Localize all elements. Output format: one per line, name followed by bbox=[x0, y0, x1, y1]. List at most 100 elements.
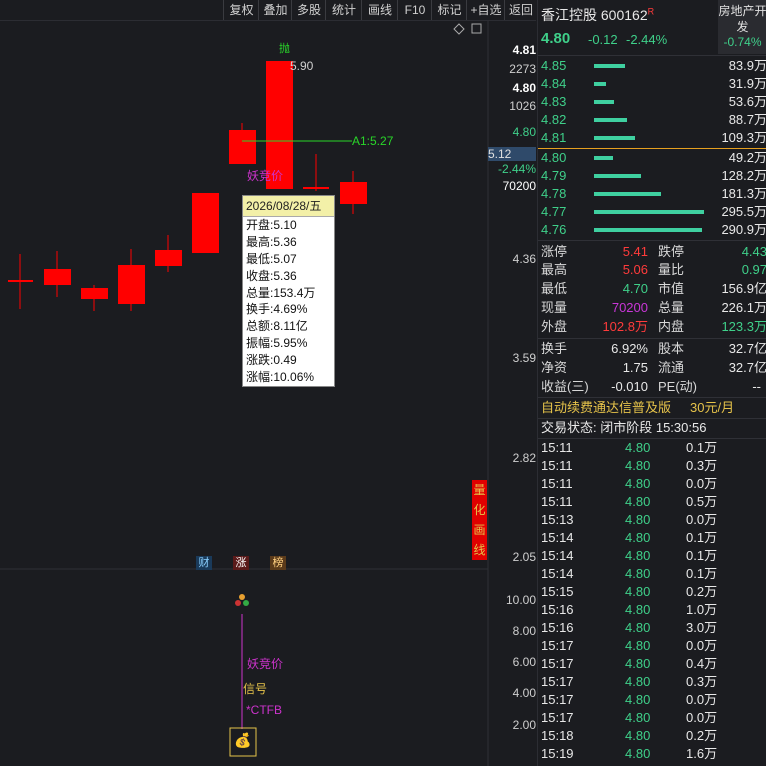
stat-label: 量比 bbox=[658, 262, 685, 277]
tick-row: 15:11 4.80 0.1万 bbox=[538, 439, 766, 457]
tick-time: 15:17 bbox=[541, 710, 574, 725]
tick-row: 15:11 4.80 0.0万 bbox=[538, 475, 766, 493]
tick-time: 15:11 bbox=[541, 458, 573, 473]
toolbar-add-watchlist-button[interactable]: +自选 bbox=[466, 0, 505, 20]
tick-time: 15:14 bbox=[541, 548, 574, 563]
stat-label: 市值 bbox=[658, 281, 685, 296]
stat-label: 内盘 bbox=[658, 319, 685, 334]
tick-price: 4.80 bbox=[625, 548, 651, 563]
axis-label: 2.05 bbox=[512, 550, 536, 564]
crosshair-price-label: 5.12 bbox=[488, 147, 536, 161]
toolbar-draw-line-button[interactable]: 画线 bbox=[361, 0, 398, 20]
divider bbox=[538, 55, 766, 56]
divider bbox=[538, 338, 766, 339]
ask-row[interactable]: 4.82 88.7万 bbox=[538, 111, 766, 129]
toolbar-fuquan-button[interactable]: 复权 bbox=[223, 0, 259, 20]
promo-price: 30元/月 bbox=[690, 400, 735, 415]
bid-row[interactable]: 4.76 290.9万 bbox=[538, 221, 766, 239]
tooltip-date: 2026/08/28/五 bbox=[243, 196, 334, 217]
ask-bar bbox=[594, 118, 627, 122]
bid-volume: 295.5万 bbox=[721, 204, 766, 219]
ask-row[interactable]: 4.85 83.9万 bbox=[538, 57, 766, 75]
ask-row[interactable]: 4.83 53.6万 bbox=[538, 93, 766, 111]
promo-banner[interactable]: 自动续费通达信普及版 30元/月 bbox=[538, 399, 766, 417]
tooltip-row: 振幅:5.95% bbox=[246, 336, 308, 351]
window-icon[interactable] bbox=[471, 23, 482, 34]
stat-label: 现量 bbox=[541, 300, 568, 315]
kline-chart[interactable]: 4.81 2273 4.80 1026 4.80 5.12 -2.44% 702… bbox=[0, 21, 536, 766]
tick-row: 15:16 4.80 1.0万 bbox=[538, 601, 766, 619]
tick-volume: 0.3万 bbox=[686, 458, 718, 473]
money-bag-icon[interactable]: 💰 bbox=[234, 732, 251, 749]
toolbar-back-button[interactable]: 返回 bbox=[504, 0, 537, 20]
candle-body bbox=[340, 182, 367, 204]
tooltip-row: 最高:5.36 bbox=[246, 234, 297, 249]
bid-price: 4.78 bbox=[541, 186, 567, 201]
tick-row: 15:13 4.80 0.0万 bbox=[538, 511, 766, 529]
ask-row[interactable]: 4.84 31.9万 bbox=[538, 75, 766, 93]
tick-volume: 0.1万 bbox=[686, 566, 718, 581]
quant-label: 量 bbox=[473, 483, 486, 497]
stat-value: 226.1万 bbox=[721, 300, 766, 315]
toolbar-mark-button[interactable]: 标记 bbox=[431, 0, 467, 20]
stats-row: 最低 4.70 市值 156.9亿 bbox=[538, 280, 766, 298]
tick-volume: 1.6万 bbox=[686, 746, 718, 761]
limit-up-flag[interactable]: 涨 bbox=[233, 556, 249, 570]
bid-volume: 290.9万 bbox=[721, 222, 766, 237]
stat-value: 32.7亿 bbox=[728, 341, 766, 356]
stat-label: 最高 bbox=[541, 262, 568, 277]
stat-label: 股本 bbox=[658, 341, 685, 356]
tick-time: 15:14 bbox=[541, 566, 574, 581]
tick-time: 15:13 bbox=[541, 512, 574, 527]
finance-flag[interactable]: 财 bbox=[196, 556, 212, 570]
tooltip-row: 总量:153.4万 bbox=[246, 285, 316, 300]
toolbar-multi-stock-button[interactable]: 多股 bbox=[291, 0, 326, 20]
toolbar-overlay-button[interactable]: 叠加 bbox=[258, 0, 292, 20]
tick-volume: 0.1万 bbox=[686, 530, 718, 545]
tooltip-row: 涨跌:0.49 bbox=[246, 353, 297, 368]
tick-volume: 0.5万 bbox=[686, 494, 718, 509]
ranking-flag[interactable]: 榜 bbox=[270, 556, 286, 570]
bid-price: 4.79 bbox=[541, 168, 567, 183]
tick-time: 15:19 bbox=[541, 746, 574, 761]
axis-label: 2273 bbox=[509, 62, 536, 76]
stat-label: PE(动) bbox=[658, 379, 698, 394]
toolbar-f10-button[interactable]: F10 bbox=[397, 0, 432, 20]
tick-time: 15:11 bbox=[541, 440, 573, 455]
bid-row[interactable]: 4.80 49.2万 bbox=[538, 149, 766, 167]
tick-price: 4.80 bbox=[625, 476, 651, 491]
indicator-label: 妖竞价 bbox=[247, 169, 284, 183]
stats-row: 现量 70200 总量 226.1万 bbox=[538, 299, 766, 317]
stock-name[interactable]: 香江控股 600162R bbox=[541, 5, 654, 25]
stat-value: -- bbox=[752, 379, 761, 394]
quant-draw-line-button[interactable]: 量 化 画 线 bbox=[472, 480, 487, 560]
candle-body bbox=[192, 193, 219, 253]
a1-line-label: A1:5.27 bbox=[352, 134, 394, 148]
tick-price: 4.80 bbox=[625, 584, 651, 599]
divider bbox=[538, 397, 766, 398]
bid-bar bbox=[594, 156, 613, 160]
signal-ball bbox=[239, 594, 245, 600]
bid-row[interactable]: 4.78 181.3万 bbox=[538, 185, 766, 203]
tooltip-row: 收盘:5.36 bbox=[246, 268, 297, 283]
sector-box[interactable]: 房地产开发 -0.74% bbox=[718, 0, 766, 54]
candle-body bbox=[155, 250, 182, 266]
tick-price: 4.80 bbox=[625, 620, 651, 635]
bid-row[interactable]: 4.77 295.5万 bbox=[538, 203, 766, 221]
tick-price: 4.80 bbox=[625, 728, 651, 743]
bid-row[interactable]: 4.79 128.2万 bbox=[538, 167, 766, 185]
candle-body bbox=[229, 130, 256, 164]
tick-volume: 0.2万 bbox=[686, 728, 718, 743]
tick-volume: 0.0万 bbox=[686, 692, 718, 707]
bid-volume: 181.3万 bbox=[721, 186, 766, 201]
tick-row: 15:14 4.80 0.1万 bbox=[538, 547, 766, 565]
stock-code: 600162 bbox=[600, 7, 648, 23]
toolbar-stats-button[interactable]: 统计 bbox=[325, 0, 362, 20]
stats-row: 最高 5.06 量比 0.97 bbox=[538, 261, 766, 279]
diamond-icon[interactable] bbox=[453, 23, 465, 35]
ask-volume: 53.6万 bbox=[728, 94, 766, 109]
ask-row[interactable]: 4.81 109.3万 bbox=[538, 129, 766, 147]
tick-time: 15:17 bbox=[541, 656, 574, 671]
axis-label: -2.44% bbox=[497, 162, 536, 176]
stats-row: 外盘 102.8万 内盘 123.3万 bbox=[538, 318, 766, 336]
